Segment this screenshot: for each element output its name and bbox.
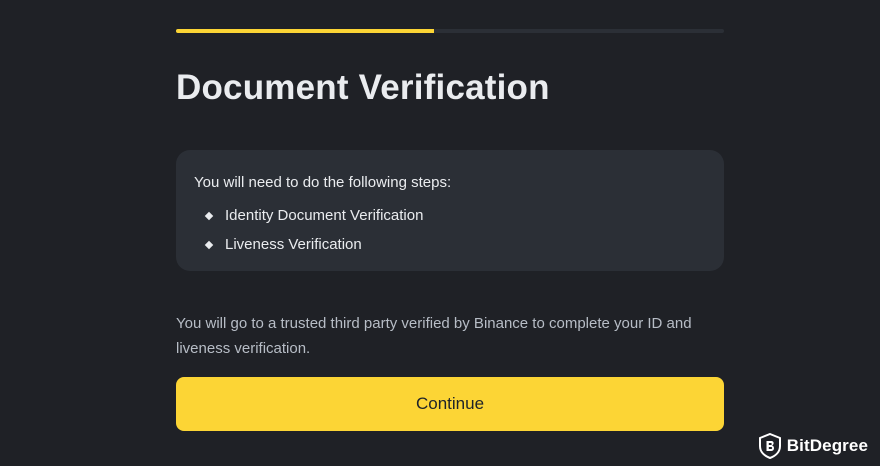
bitdegree-watermark: BitDegree [758,433,868,459]
third-party-note: You will go to a trusted third party ver… [176,315,692,357]
diamond-bullet-icon [204,211,214,220]
step-item-label: Identity Document Verification [225,207,424,224]
progress-bar [176,29,724,33]
continue-button[interactable]: Continue [176,377,724,431]
steps-intro: You will need to do the following steps: [194,174,452,191]
progress-bar-fill [176,29,434,33]
verification-page: Document Verification You will need to d… [0,0,880,466]
step-item-identity-document: Identity Document Verification [204,201,706,230]
steps-card: You will need to do the following steps:… [176,150,724,271]
page-title: Document Verification [176,68,550,107]
steps-list: Identity Document Verification Liveness … [194,201,706,259]
step-item-label: Liveness Verification [225,236,362,253]
brand-name: BitDegree [786,436,868,455]
bitdegree-shield-icon [758,433,781,459]
step-item-liveness: Liveness Verification [204,230,706,259]
diamond-bullet-icon [204,240,214,249]
